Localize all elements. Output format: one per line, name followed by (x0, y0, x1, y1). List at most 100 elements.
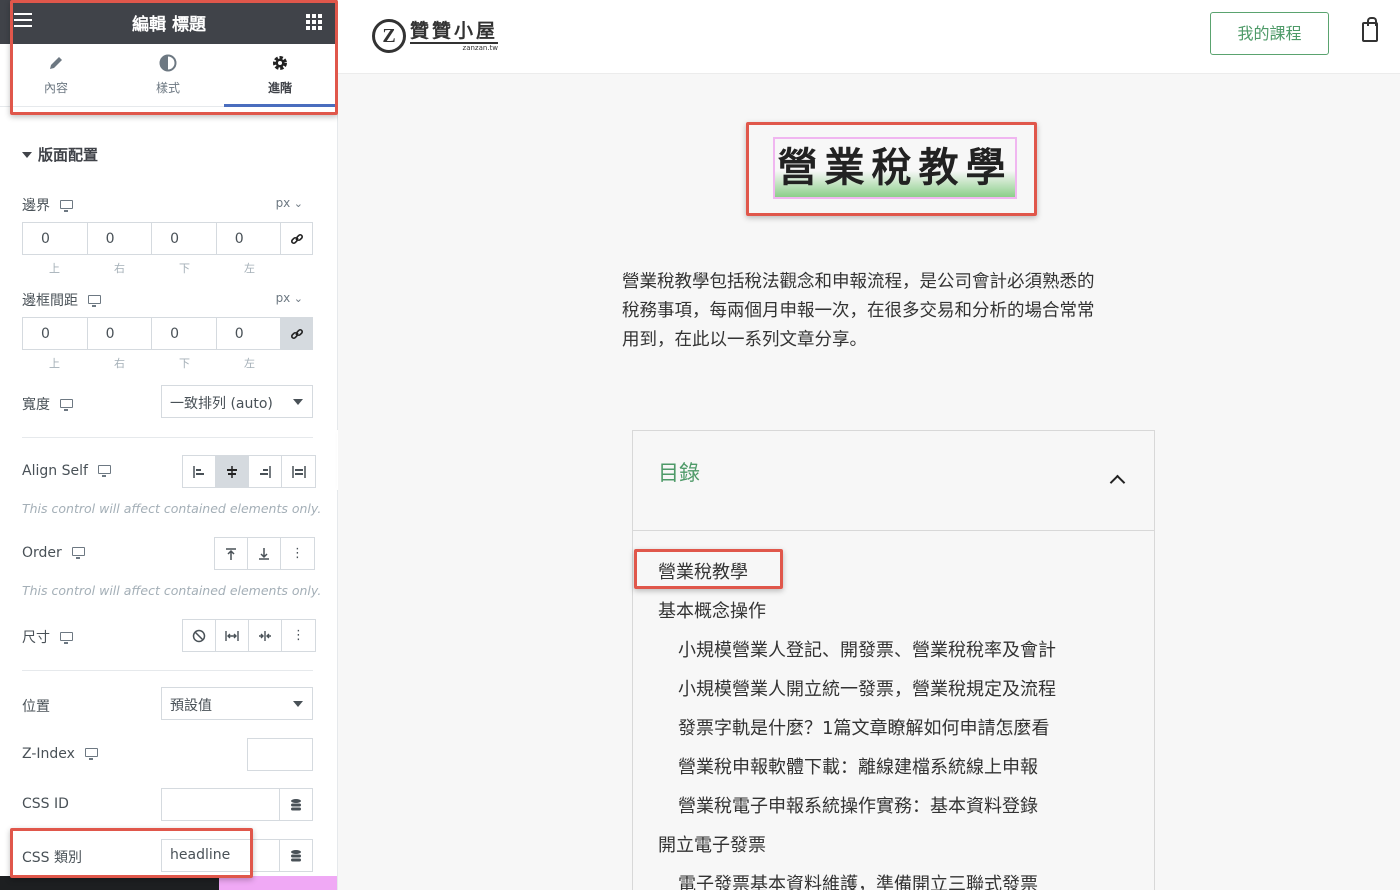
css-classes-label: CSS 類別 (22, 850, 82, 866)
size-buttons: ⋮ (182, 619, 316, 652)
toc-item[interactable]: 營業稅教學 (658, 558, 748, 584)
panel-footer-accent (219, 876, 337, 890)
shrink-icon (259, 630, 271, 641)
toc-item[interactable]: 營業稅電子申報系統操作實務：基本資料登錄 (678, 792, 1038, 818)
intro-paragraph: 營業稅教學包括稅法觀念和申報流程，是公司會計必須熟悉的 稅務事項，每兩個月申報一… (622, 268, 1162, 355)
order-buttons: ⋮ (214, 537, 315, 570)
size-label: 尺寸 (22, 627, 73, 647)
caret-down-icon (22, 152, 32, 158)
toc-item[interactable]: 小規模營業人開立統一發票，營業稅規定及流程 (678, 675, 1056, 701)
toc-item[interactable]: 小規模營業人登記、開發票、營業稅稅率及會計 (678, 636, 1056, 662)
toc-item[interactable]: 開立電子發票 (658, 831, 766, 857)
editor-panel: 編輯 標題 內容 樣式 進階 版面配置 邊界 px 0 (0, 0, 338, 890)
padding-left-input[interactable]: 0 (215, 317, 281, 350)
link-values-button[interactable] (280, 317, 314, 350)
desktop-icon[interactable] (71, 547, 85, 559)
toc-header[interactable]: 目錄 (633, 431, 1154, 531)
link-values-button[interactable] (280, 222, 314, 255)
tab-advanced[interactable]: 進階 (224, 44, 336, 107)
desktop-icon[interactable] (84, 748, 98, 760)
margin-sublabels: 上 右 下 左 (22, 260, 282, 276)
width-select[interactable]: 一致排列 (auto) (161, 385, 313, 418)
tab-style-label: 樣式 (155, 81, 180, 95)
align-end-icon (260, 465, 271, 478)
section-layout-title[interactable]: 版面配置 (22, 144, 98, 165)
sublabel-top: 上 (49, 262, 60, 275)
database-icon (291, 798, 301, 810)
sublabel-bottom: 下 (179, 262, 190, 275)
dynamic-tags-button[interactable] (279, 839, 313, 872)
size-more-button[interactable]: ⋮ (282, 620, 315, 651)
desktop-icon[interactable] (60, 399, 73, 411)
size-shrink-button[interactable] (249, 620, 282, 651)
css-classes-input[interactable]: headline (161, 839, 280, 872)
margin-right-input[interactable]: 0 (86, 222, 152, 255)
padding-bottom-input[interactable]: 0 (151, 317, 216, 350)
css-id-label: CSS ID (22, 796, 69, 812)
tab-advanced-label: 進階 (267, 81, 292, 95)
sublabel-bottom: 下 (179, 357, 190, 370)
half-circle-icon (112, 54, 224, 76)
z-index-label: Z-Index (22, 746, 98, 762)
margin-unit-select[interactable]: px (276, 196, 303, 210)
position-label: 位置 (22, 699, 50, 715)
widgets-grid-icon[interactable] (306, 14, 322, 30)
site-header: Z 贊贊小屋 zanzan.tw 我的課程 (338, 0, 1400, 74)
intro-line: 用到，在此以一系列文章分享。 (622, 330, 867, 350)
align-center-button[interactable] (216, 456, 249, 487)
link-icon (290, 328, 303, 339)
z-index-input[interactable] (247, 738, 313, 771)
desktop-icon[interactable] (88, 295, 101, 307)
toc-item[interactable]: 電子發票基本資料維護，準備開立三聯式發票 (678, 870, 1038, 890)
align-start-icon (193, 465, 204, 478)
padding-sublabels: 上 右 下 左 (22, 355, 282, 371)
logo-url: zanzan.tw (462, 44, 499, 52)
sublabel-top: 上 (49, 357, 60, 370)
toc-item[interactable]: 基本概念操作 (658, 597, 766, 623)
toc-item[interactable]: 營業稅申報軟體下載：離線建檔系統線上申報 (678, 753, 1038, 779)
css-id-input[interactable] (161, 788, 280, 821)
tab-style[interactable]: 樣式 (112, 44, 224, 107)
padding-unit-select[interactable]: px (276, 291, 303, 305)
site-logo[interactable]: Z 贊贊小屋 zanzan.tw (372, 16, 499, 56)
desktop-icon[interactable] (97, 465, 111, 477)
panel-tabs: 內容 樣式 進階 (0, 44, 337, 107)
panel-header: 編輯 標題 (0, 0, 337, 44)
order-note: This control will affect contained eleme… (22, 583, 322, 598)
my-courses-button[interactable]: 我的課程 (1210, 12, 1329, 55)
align-self-label: Align Self (22, 463, 111, 479)
order-end-button[interactable] (248, 538, 281, 569)
position-select[interactable]: 預設值 (161, 687, 313, 720)
sublabel-left: 左 (244, 357, 255, 370)
align-stretch-button[interactable] (282, 456, 315, 487)
padding-top-input[interactable]: 0 (22, 317, 87, 350)
hero-heading-wrapper[interactable]: 營業稅教學 (773, 137, 1017, 199)
pencil-icon (0, 54, 112, 76)
toc-item[interactable]: 發票字軌是什麼？1篇文章瞭解如何申請怎麼看 (678, 714, 1049, 740)
divider (22, 437, 313, 438)
section-layout-label: 版面配置 (38, 146, 99, 164)
chevron-up-icon[interactable] (1111, 473, 1125, 487)
more-vertical-icon: ⋮ (292, 628, 305, 643)
margin-top-input[interactable]: 0 (22, 222, 87, 255)
align-start-button[interactable] (183, 456, 216, 487)
size-none-button[interactable] (183, 620, 216, 651)
desktop-icon[interactable] (60, 200, 73, 212)
padding-right-input[interactable]: 0 (86, 317, 152, 350)
shopping-bag-icon[interactable] (1362, 17, 1378, 42)
order-more-button[interactable]: ⋮ (281, 538, 314, 569)
order-label: Order (22, 545, 85, 561)
tab-content[interactable]: 內容 (0, 44, 112, 107)
order-start-button[interactable] (215, 538, 248, 569)
margin-bottom-input[interactable]: 0 (151, 222, 216, 255)
align-self-note: This control will affect contained eleme… (22, 501, 322, 516)
dynamic-tags-button[interactable] (279, 788, 313, 821)
sublabel-left: 左 (244, 262, 255, 275)
intro-line: 稅務事項，每兩個月申報一次，在很多交易和分析的場合常常 (622, 301, 1095, 321)
size-grow-button[interactable] (216, 620, 249, 651)
margin-left-input[interactable]: 0 (215, 222, 281, 255)
sublabel-right: 右 (114, 357, 125, 370)
desktop-icon[interactable] (60, 632, 73, 644)
align-end-button[interactable] (249, 456, 282, 487)
align-center-icon (227, 465, 237, 478)
